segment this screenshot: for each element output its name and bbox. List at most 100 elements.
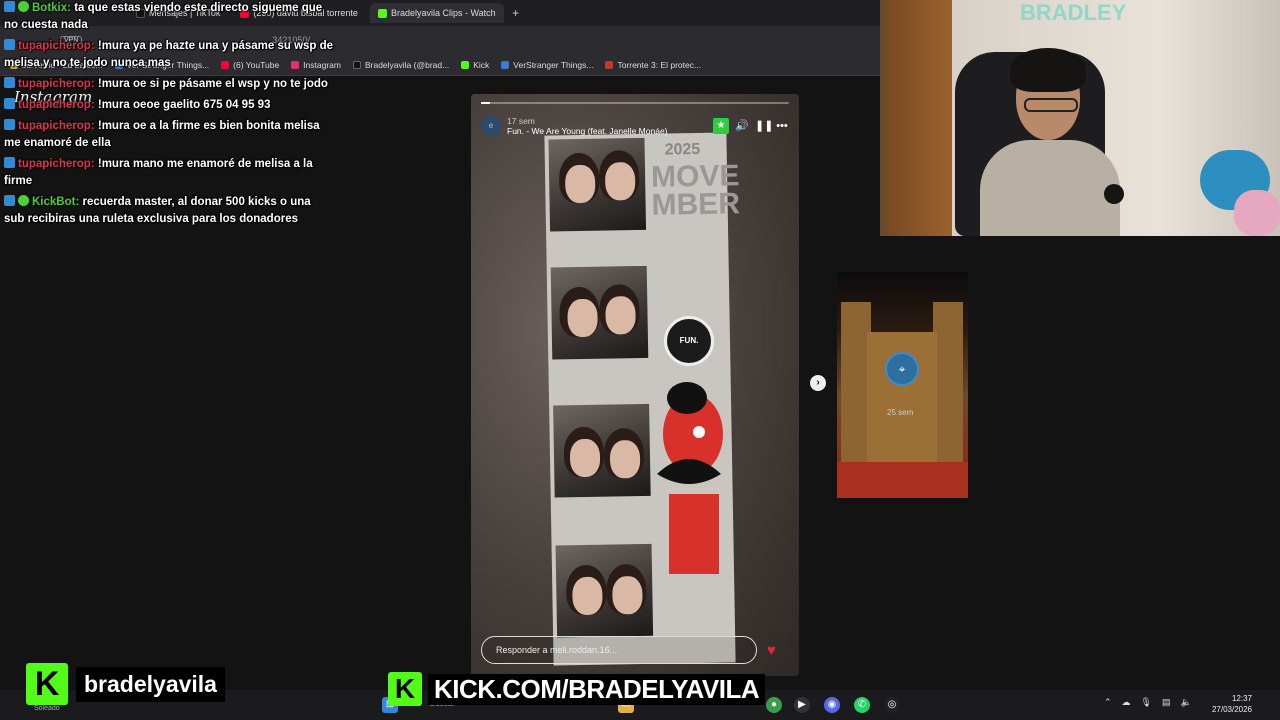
clock-date: 27/03/2026 [1211,705,1252,714]
face-shape [605,296,636,335]
obs-icon[interactable]: ◎ [884,697,900,713]
chat-text: !mura oeoe gaelito 675 04 95 93 [97,99,271,111]
next-story-preview[interactable]: ⌖ 25 sem [837,272,968,498]
bookmark-torrente[interactable]: Torrente 3: El protec... [605,60,701,70]
strip-title: MOVE MBER [650,159,741,222]
face-shape [569,438,601,478]
door [888,0,952,236]
next-story-button[interactable]: › [810,375,826,391]
streamer-hair [1010,48,1086,92]
tab-label: Bradelyavila Clips - Watch [390,8,496,18]
clock-time: 12:37 [1231,694,1252,703]
system-tray: ⌃ ☁ 🎙 ▤ 🔈 [1104,697,1192,708]
photo-frame-3 [553,403,651,498]
story-progress-bar [481,102,789,104]
chat-badge-icon [4,1,15,12]
streamer [980,40,1120,236]
kick-icon [461,60,470,69]
more-options-icon[interactable]: ••• [775,119,789,133]
story-song[interactable]: Fun. - We Are Young (feat. Janelle Monáe… [507,126,707,136]
cathedral-base [837,462,968,498]
kick-logo-icon: K [388,672,422,706]
tab-kick-clips[interactable]: Bradelyavila Clips - Watch [369,3,504,23]
media-player-icon[interactable]: ▶ [794,697,810,713]
story-time: 17 sem [507,116,535,126]
bookmark-stranger-things-2[interactable]: VerStranger Things... [501,60,593,70]
chat-username[interactable]: tupapicherop: [18,40,95,52]
kick-icon [377,8,387,18]
chat-badge-icon [4,119,15,130]
face-shape [572,576,603,616]
side-story-time: 25 sem [887,408,914,417]
chat-badge-icon [4,77,15,88]
chat-message: tupapicherop: !mura oe si pe pásame el w… [4,76,334,93]
story-avatar[interactable]: e [481,116,501,136]
chrome-icon[interactable]: ● [766,697,782,713]
network-icon[interactable]: ▤ [1162,697,1171,708]
chat-username[interactable]: tupapicherop: [18,99,95,111]
heart-icon[interactable]: ♥ [767,642,776,659]
channel-url-banner: K KICK.COM/BRADELYAVILA [388,671,766,707]
webcam-feed: BRADLEY [880,0,1280,236]
bookmark-label: Kick [473,59,490,70]
glasses [1024,98,1078,112]
microphone [1104,184,1124,204]
photo-frame-4 [555,543,654,638]
channel-branding: K bradelyavila [26,662,246,706]
music-sticker[interactable]: FUN. [664,316,714,366]
chat-username[interactable]: Botkix: [32,2,71,14]
face-shape [609,440,641,479]
kick-logo-icon: K [26,663,68,705]
face-shape [604,162,636,201]
chat-message: tupapicherop: !mura oeoe gaelito 675 04 … [4,97,334,114]
chat-message: tupapicherop: !mura mano me enamoré de m… [4,156,334,190]
chat-overlay: Botkix: ta que estas viendo este directo… [4,0,334,232]
microphone-icon[interactable]: 🎙 [1141,697,1152,708]
story-progress-fill [481,102,491,104]
chevron-up-icon[interactable]: ⌃ [1104,697,1112,708]
bookmark-tiktok[interactable]: Bradelyavila (@brad... [352,59,450,70]
photo-frame-2 [550,265,649,360]
channel-url: KICK.COM/BRADELYAVILA [428,673,766,705]
weather-label[interactable]: Soleado [34,705,60,712]
taskbar-clock[interactable]: 12:37 27/03/2026 [1206,693,1252,715]
screen: Mensajes | TikTok (230) david bisbal tor… [0,0,1280,720]
speaker-icon[interactable]: 🔈 [1181,697,1192,708]
reply-input[interactable]: Responder a meli.roddan.16... [481,636,757,664]
globe-icon [501,60,510,69]
face-shape [564,164,596,204]
pause-icon[interactable]: ❚❚ [755,119,773,133]
story-viewer[interactable]: 2025 MOVE MBER FUN. e 17 sem Fun. - We A… [471,94,799,676]
pillow [1234,190,1280,236]
whatsapp-icon[interactable]: ✆ [854,697,870,713]
chat-username[interactable]: KickBot: [32,196,79,208]
volume-icon[interactable]: 🔊 [735,119,749,133]
bookmark-kick[interactable]: Kick [461,60,489,70]
story-header: e 17 sem Fun. - We Are Young (feat. Jane… [481,112,789,140]
story-meta: 17 sem Fun. - We Are Young (feat. Janell… [507,116,707,136]
chat-badge-icon [4,39,15,50]
chat-message: tupapicherop: !mura ya pe hazte una y pá… [4,38,334,72]
chat-username[interactable]: tupapicherop: [18,120,95,132]
location-pin-icon: ⌖ [885,352,919,386]
close-friends-star-icon: ★ [713,118,729,134]
bookmark-label: Bradelyavila (@brad... [364,59,450,70]
chat-badge-icon [4,157,15,168]
chat-message: tupapicherop: !mura oe a la firme es bie… [4,118,334,152]
chat-message: Botkix: ta que estas viendo este directo… [4,0,334,34]
chat-username[interactable]: tupapicherop: [18,78,95,90]
chat-text: !mura oe si pe pásame el wsp y no te jod… [97,78,328,90]
photo-frame-1 [548,137,647,232]
discord-icon[interactable]: ◉ [824,697,840,713]
chat-username[interactable]: tupapicherop: [18,158,95,170]
strip-year: 2025 [664,140,701,159]
face-shape [612,575,643,615]
wall-sign: BRADLEY [1020,0,1127,25]
verified-badge-icon [18,195,29,206]
chat-badge-icon [4,98,15,109]
tiktok-icon [352,60,361,69]
new-tab-button[interactable]: + [508,5,524,21]
channel-name: bradelyavila [76,666,225,702]
cloud-icon[interactable]: ☁ [1122,697,1131,708]
verified-badge-icon [18,1,29,12]
